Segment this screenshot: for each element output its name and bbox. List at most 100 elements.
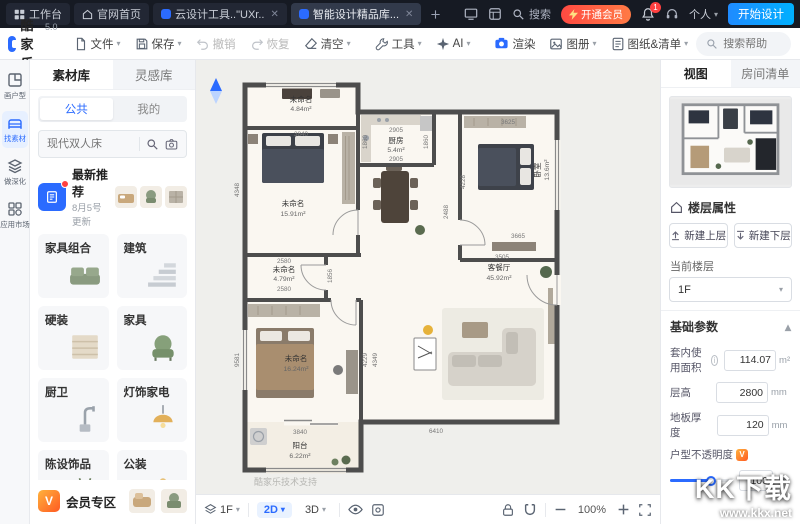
lock-icon[interactable]	[501, 503, 515, 517]
album-menu[interactable]: 图册▾	[543, 31, 602, 57]
thumb-chair	[140, 186, 162, 208]
rail-draw-floorplan[interactable]: 画户型	[2, 68, 28, 105]
fit-screen-icon[interactable]	[638, 503, 652, 517]
category-furniture[interactable]: 家具	[117, 306, 188, 370]
svg-text:未命名: 未命名	[285, 353, 308, 363]
material-search[interactable]	[38, 130, 187, 158]
compass-icon[interactable]	[208, 78, 224, 104]
tab-material-library[interactable]: 素材库	[30, 60, 113, 89]
opacity-input[interactable]	[739, 470, 773, 491]
category-kitchen-bath[interactable]: 厨卫	[38, 378, 109, 442]
chevron-down-icon: ▾	[592, 39, 596, 48]
search-icon[interactable]	[146, 138, 159, 151]
powered-by-label: 酷家乐技术支持	[254, 475, 317, 488]
vip-upgrade-button[interactable]: 开通会员	[561, 5, 631, 24]
save-button[interactable]: 保存▾	[129, 31, 188, 57]
tab-label: 官网首页	[97, 6, 141, 22]
rail-find-materials[interactable]: 找素材	[2, 111, 28, 148]
help-search[interactable]	[696, 32, 791, 56]
add-lower-floor-button[interactable]: 新建下层	[734, 223, 793, 248]
param-floor-thickness: 地板厚度 mm	[670, 410, 791, 440]
notifications-button[interactable]: 1	[641, 7, 655, 21]
tab-room-list[interactable]: 房间清单	[731, 60, 800, 87]
add-upper-floor-button[interactable]: 新建上层	[669, 223, 728, 248]
help-search-input[interactable]	[723, 38, 781, 50]
inner-area-input[interactable]	[724, 350, 776, 371]
current-floor-value: 1F	[678, 284, 691, 296]
tab-smart-design-library[interactable]: 智能设计精品库... ✕	[291, 3, 422, 25]
file-menu[interactable]: 文件▾	[68, 31, 127, 57]
undo-button[interactable]: 撤销	[190, 31, 242, 57]
drawings-list-menu[interactable]: 图纸&清单▾	[605, 31, 695, 57]
mode-rail: 画户型 找素材 做深化 应用市场	[0, 60, 30, 524]
current-floor-select[interactable]: 1F ▾	[669, 277, 792, 302]
param-inner-area: 套内使用面积 i m²	[670, 345, 791, 375]
visibility-eye-icon[interactable]	[348, 502, 363, 517]
category-furniture-sets[interactable]: 家具组合	[38, 234, 109, 298]
thumb-bed	[115, 186, 137, 208]
rail-deepen-design[interactable]: 做深化	[2, 154, 28, 191]
floorplan-2d[interactable]: 3840 2905 2905 1860 1860 3625 4348 4228 …	[196, 60, 660, 494]
category-decor[interactable]: 陈设饰品	[38, 450, 109, 480]
close-icon[interactable]: ✕	[405, 9, 413, 20]
category-commercial[interactable]: 公装	[117, 450, 188, 480]
canvas-bottom-bar: 1F ▾ 2D ▾ 3D ▾ 100%	[196, 494, 660, 524]
zoom-out-button[interactable]	[554, 503, 567, 516]
divider	[139, 137, 140, 151]
render-button[interactable]: 渲染	[488, 31, 541, 57]
view-3d-button[interactable]: 3D ▾	[300, 502, 331, 518]
apps-icon[interactable]	[488, 7, 502, 21]
material-search-input[interactable]	[47, 138, 133, 150]
opacity-slider-row: %	[670, 470, 791, 491]
recommend-icon	[38, 183, 66, 211]
subtab-public[interactable]: 公共	[40, 98, 113, 120]
tab-inspiration-library[interactable]: 灵感库	[113, 60, 196, 89]
walkthrough-icon[interactable]	[371, 503, 385, 517]
global-search[interactable]: 搜索	[512, 6, 551, 22]
vip-thumb	[161, 489, 187, 513]
camera-search-icon[interactable]	[165, 138, 178, 151]
redo-button[interactable]: 恢复	[244, 31, 296, 57]
snap-magnet-icon[interactable]	[523, 503, 537, 517]
view-2d-button[interactable]: 2D ▾	[257, 502, 292, 518]
svg-text:阳台: 阳台	[292, 440, 308, 450]
notification-badge: 1	[650, 2, 661, 13]
tab-view[interactable]: 视图	[661, 60, 731, 87]
opacity-slider[interactable]	[670, 479, 733, 482]
floor-thickness-input[interactable]	[717, 415, 769, 436]
vip-thumb	[129, 489, 155, 513]
tools-menu[interactable]: 工具▾	[369, 31, 428, 57]
floorplan-3d-preview[interactable]	[669, 96, 792, 188]
rail-app-market[interactable]: 应用市场	[2, 197, 28, 234]
close-icon[interactable]: ✕	[270, 9, 278, 20]
tab-cloud-design[interactable]: 云设计工具.."UXr.. ✕	[153, 3, 287, 25]
category-lighting-appliance[interactable]: 灯饰家电	[117, 378, 188, 442]
support-headset-icon[interactable]	[665, 7, 679, 21]
image-icon	[549, 37, 563, 51]
zoom-level[interactable]: 100%	[575, 504, 609, 516]
zoom-in-button[interactable]	[617, 503, 630, 516]
category-thumb	[143, 331, 183, 366]
category-hard-decor[interactable]: 硬装	[38, 306, 109, 370]
eraser-icon	[304, 37, 318, 51]
floorplan-canvas[interactable]: 3840 2905 2905 1860 1860 3625 4348 4228 …	[196, 60, 660, 524]
subtab-mine[interactable]: 我的	[113, 98, 186, 120]
tab-homepage[interactable]: 官网首页	[74, 3, 149, 25]
ceiling-height-input[interactable]	[716, 382, 768, 403]
chevron-up-icon[interactable]: ▴	[785, 320, 791, 334]
monitor-icon[interactable]	[464, 7, 478, 21]
clear-menu[interactable]: 清空▾	[298, 31, 357, 57]
ai-menu[interactable]: AI▾	[430, 31, 477, 57]
category-thumb	[143, 475, 183, 480]
vip-zone-banner[interactable]: V 会员专区	[38, 484, 187, 518]
new-tab-button[interactable]	[425, 4, 445, 24]
latest-recommend-card[interactable]: 最新推荐 8月5号更新	[38, 166, 187, 228]
basic-params-section[interactable]: 基础参数 ▴	[661, 311, 800, 338]
category-label: 陈设饰品	[45, 456, 102, 472]
category-architecture[interactable]: 建筑	[117, 234, 188, 298]
slider-knob[interactable]	[706, 476, 716, 486]
rail-label: 应用市场	[0, 219, 29, 229]
floor-selector[interactable]: 1F ▾	[204, 503, 240, 516]
info-icon[interactable]: i	[711, 355, 718, 366]
svg-text:3840: 3840	[293, 429, 308, 436]
